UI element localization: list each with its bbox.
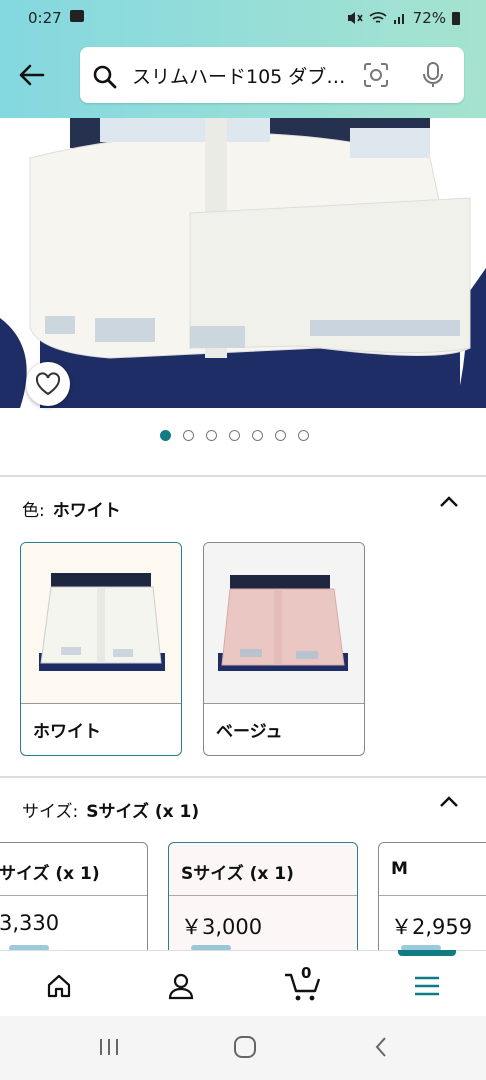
- heart-icon: [35, 372, 61, 396]
- back-system-button[interactable]: [364, 1032, 398, 1062]
- size-label: サイズ:: [22, 802, 79, 822]
- back-button[interactable]: [14, 58, 48, 92]
- size-option-price: 3,330: [0, 911, 60, 935]
- pager-dot[interactable]: [298, 430, 309, 441]
- color-value: ホワイト: [52, 501, 121, 521]
- size-value: Sサイズ (x 1): [86, 802, 200, 822]
- size-option-card-selected[interactable]: Sサイズ (x 1) ￥3,000: [168, 842, 358, 964]
- swatch-divider: [204, 703, 364, 704]
- size-card-divider: [169, 895, 357, 896]
- size-option-card[interactable]: サイズ (x 1) 3,330: [0, 842, 148, 964]
- size-card-divider: [0, 895, 147, 896]
- color-section-label: 色: ホワイト: [22, 496, 121, 521]
- pager-dot[interactable]: [160, 430, 171, 441]
- color-option-beige[interactable]: ベージュ: [203, 542, 365, 756]
- chevron-up-icon[interactable]: [438, 494, 460, 510]
- size-option-label: M: [391, 859, 408, 879]
- size-option-price: ￥3,000: [181, 915, 263, 939]
- battery-icon: [452, 11, 460, 25]
- color-option-label: ホワイト: [33, 722, 101, 742]
- active-tab-indicator: [398, 950, 456, 956]
- back-chevron-icon: [375, 1037, 386, 1057]
- recents-icon: [100, 1039, 118, 1055]
- recents-button[interactable]: [92, 1032, 126, 1062]
- size-option-label: サイズ (x 1): [0, 864, 100, 884]
- mic-icon[interactable]: [422, 61, 444, 89]
- home-icon: [47, 974, 71, 998]
- nav-home[interactable]: [39, 966, 79, 1006]
- color-option-label: ベージュ: [216, 722, 283, 742]
- divider: [0, 776, 486, 778]
- pager-dot[interactable]: [206, 430, 217, 441]
- gallery-notification-icon: [70, 10, 84, 22]
- menu-icon: [415, 976, 439, 996]
- account-icon: [168, 973, 194, 1000]
- status-bar: 0:27 72%: [0, 0, 486, 36]
- divider: [0, 475, 486, 477]
- nav-cart[interactable]: 0: [283, 964, 323, 1006]
- size-option-card[interactable]: M ￥2,959: [378, 842, 486, 964]
- camera-lens-icon[interactable]: [362, 61, 390, 89]
- top-bar: 0:27 72% スリムハード105 ダブル ホワイト: [0, 0, 486, 118]
- color-thumb-white: [21, 543, 181, 703]
- color-thumb-beige: [204, 543, 364, 703]
- size-card-divider: [379, 895, 486, 896]
- search-box[interactable]: スリムハード105 ダブル ホワイト: [80, 47, 464, 103]
- status-icons: 72%: [347, 9, 460, 27]
- nav-menu[interactable]: [407, 966, 447, 1006]
- pager-dot[interactable]: [275, 430, 286, 441]
- size-option-label: Sサイズ (x 1): [181, 864, 294, 884]
- color-label: 色:: [22, 501, 45, 521]
- search-input[interactable]: スリムハード105 ダブル ホワイト: [132, 62, 362, 89]
- wishlist-button[interactable]: [26, 362, 70, 406]
- nav-account[interactable]: [161, 966, 201, 1006]
- battery-percent: 72%: [412, 9, 446, 27]
- size-option-price: ￥2,959: [391, 915, 473, 939]
- status-time: 0:27: [28, 9, 62, 27]
- product-photo: [0, 118, 486, 408]
- pager-dot[interactable]: [252, 430, 263, 441]
- signal-icon: [393, 14, 404, 24]
- mute-icon: [347, 12, 363, 24]
- swatch-divider: [21, 703, 181, 704]
- cart-count: 0: [301, 964, 312, 982]
- wifi-icon: [369, 12, 387, 23]
- home-system-button[interactable]: [228, 1032, 262, 1062]
- color-option-white[interactable]: ホワイト: [20, 542, 182, 756]
- image-pager[interactable]: [160, 430, 309, 441]
- back-arrow-icon: [19, 64, 45, 86]
- pager-dot[interactable]: [229, 430, 240, 441]
- chevron-up-icon[interactable]: [438, 794, 460, 810]
- home-circle-icon: [234, 1036, 256, 1058]
- search-icon: [93, 65, 117, 89]
- size-section-label: サイズ: Sサイズ (x 1): [22, 797, 199, 822]
- product-image[interactable]: [0, 118, 486, 408]
- pager-dot[interactable]: [183, 430, 194, 441]
